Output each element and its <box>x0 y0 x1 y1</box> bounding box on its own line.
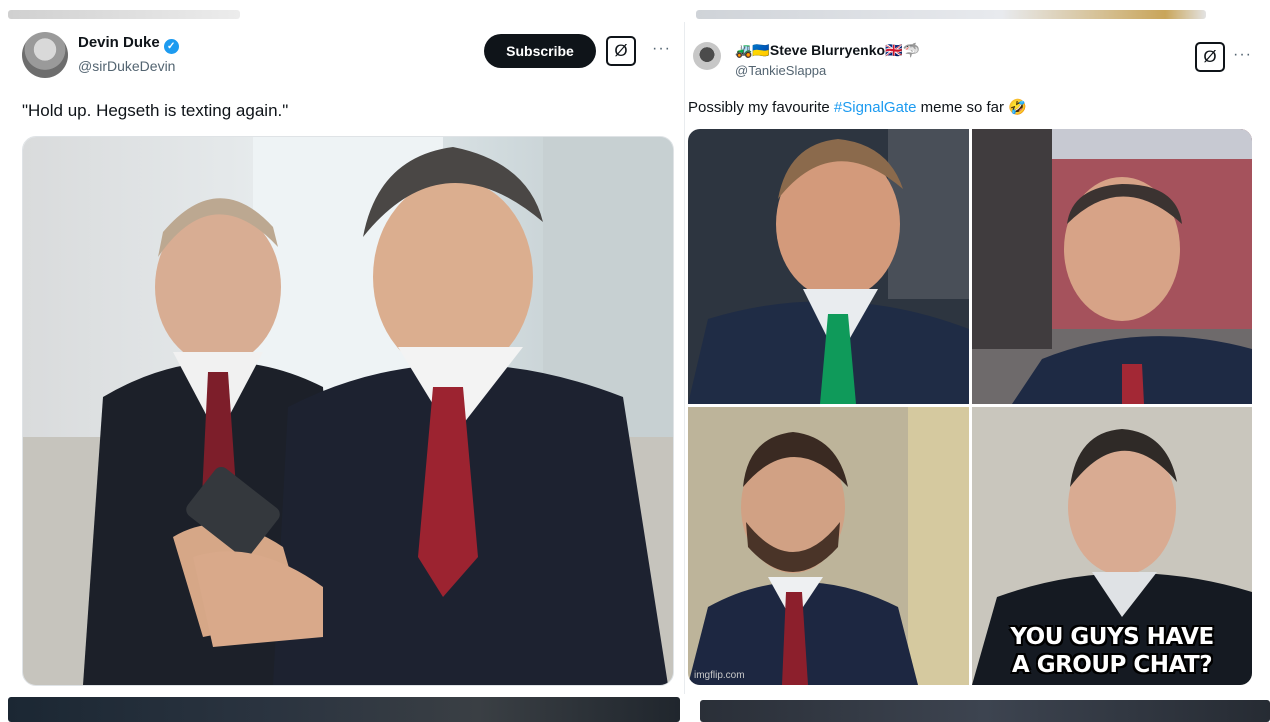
previous-post-fragment-right <box>696 10 1206 19</box>
imgflip-watermark: imgflip.com <box>694 670 745 681</box>
author-name[interactable]: Devin Duke ✓ <box>78 34 179 54</box>
meme-panel-4[interactable]: YOU GUYS HAVE A GROUP CHAT? <box>972 407 1252 685</box>
more-options-icon[interactable]: ··· <box>1233 46 1252 64</box>
post-text: Possibly my favourite #SignalGate meme s… <box>688 98 1027 116</box>
subscribe-button[interactable]: Subscribe <box>484 34 596 68</box>
grok-icon[interactable]: Ø <box>606 36 636 66</box>
meme-caption-line-2: A GROUP CHAT? <box>1011 652 1213 678</box>
man-green-tie-photo <box>688 129 969 404</box>
author-name-text[interactable]: Steve Blurryenko <box>770 42 885 58</box>
meme-caption-line-1: YOU GUYS HAVE <box>1010 624 1214 650</box>
post-devin-duke[interactable]: Devin Duke ✓ @sirDukeDevin Subscribe Ø ··… <box>8 22 680 694</box>
bearded-man-photo <box>688 407 969 685</box>
more-options-icon[interactable]: ··· <box>652 40 671 58</box>
verified-badge-icon: ✓ <box>163 39 179 54</box>
next-post-fragment-right <box>700 700 1270 722</box>
hashtag-link[interactable]: #SignalGate <box>834 99 917 116</box>
avatar[interactable] <box>693 42 721 70</box>
avatar[interactable] <box>22 32 68 78</box>
meme-image-grid[interactable]: imgflip.com YOU GUYS HAVE A GROUP CHAT? <box>688 129 1252 685</box>
grok-label: Ø <box>1203 47 1217 66</box>
grok-icon[interactable]: Ø <box>1195 42 1225 72</box>
author-suffix-emoji: 🇬🇧🦈 <box>885 42 920 58</box>
author-handle[interactable]: @sirDukeDevin <box>78 58 175 74</box>
meme-panel-1[interactable] <box>688 129 969 404</box>
author-name-text[interactable]: Devin Duke <box>78 34 160 51</box>
post-text: "Hold up. Hegseth is texting again." <box>22 101 289 120</box>
post-image[interactable] <box>22 136 674 686</box>
author-prefix-emoji: 🚜🇺🇦 <box>735 42 770 58</box>
grok-label: Ø <box>614 41 628 60</box>
post-text-end: meme so far 🤣 <box>916 99 1027 116</box>
man-looking-aside-photo <box>972 129 1252 404</box>
post-text-start: Possibly my favourite <box>688 99 834 116</box>
meme-caption: YOU GUYS HAVE A GROUP CHAT? <box>972 623 1252 679</box>
post-steve-blurryenko[interactable]: 🚜🇺🇦Steve Blurryenko🇬🇧🦈 @TankieSlappa Ø ·… <box>684 22 1264 694</box>
author-handle[interactable]: @TankieSlappa <box>735 63 826 78</box>
author-name[interactable]: 🚜🇺🇦Steve Blurryenko🇬🇧🦈 <box>735 42 920 59</box>
meme-panel-3[interactable]: imgflip.com <box>688 407 969 685</box>
previous-post-fragment-left <box>8 10 240 19</box>
next-post-fragment-left <box>8 697 680 722</box>
two-men-with-phone-photo <box>23 137 673 685</box>
meme-panel-2[interactable] <box>972 129 1252 404</box>
